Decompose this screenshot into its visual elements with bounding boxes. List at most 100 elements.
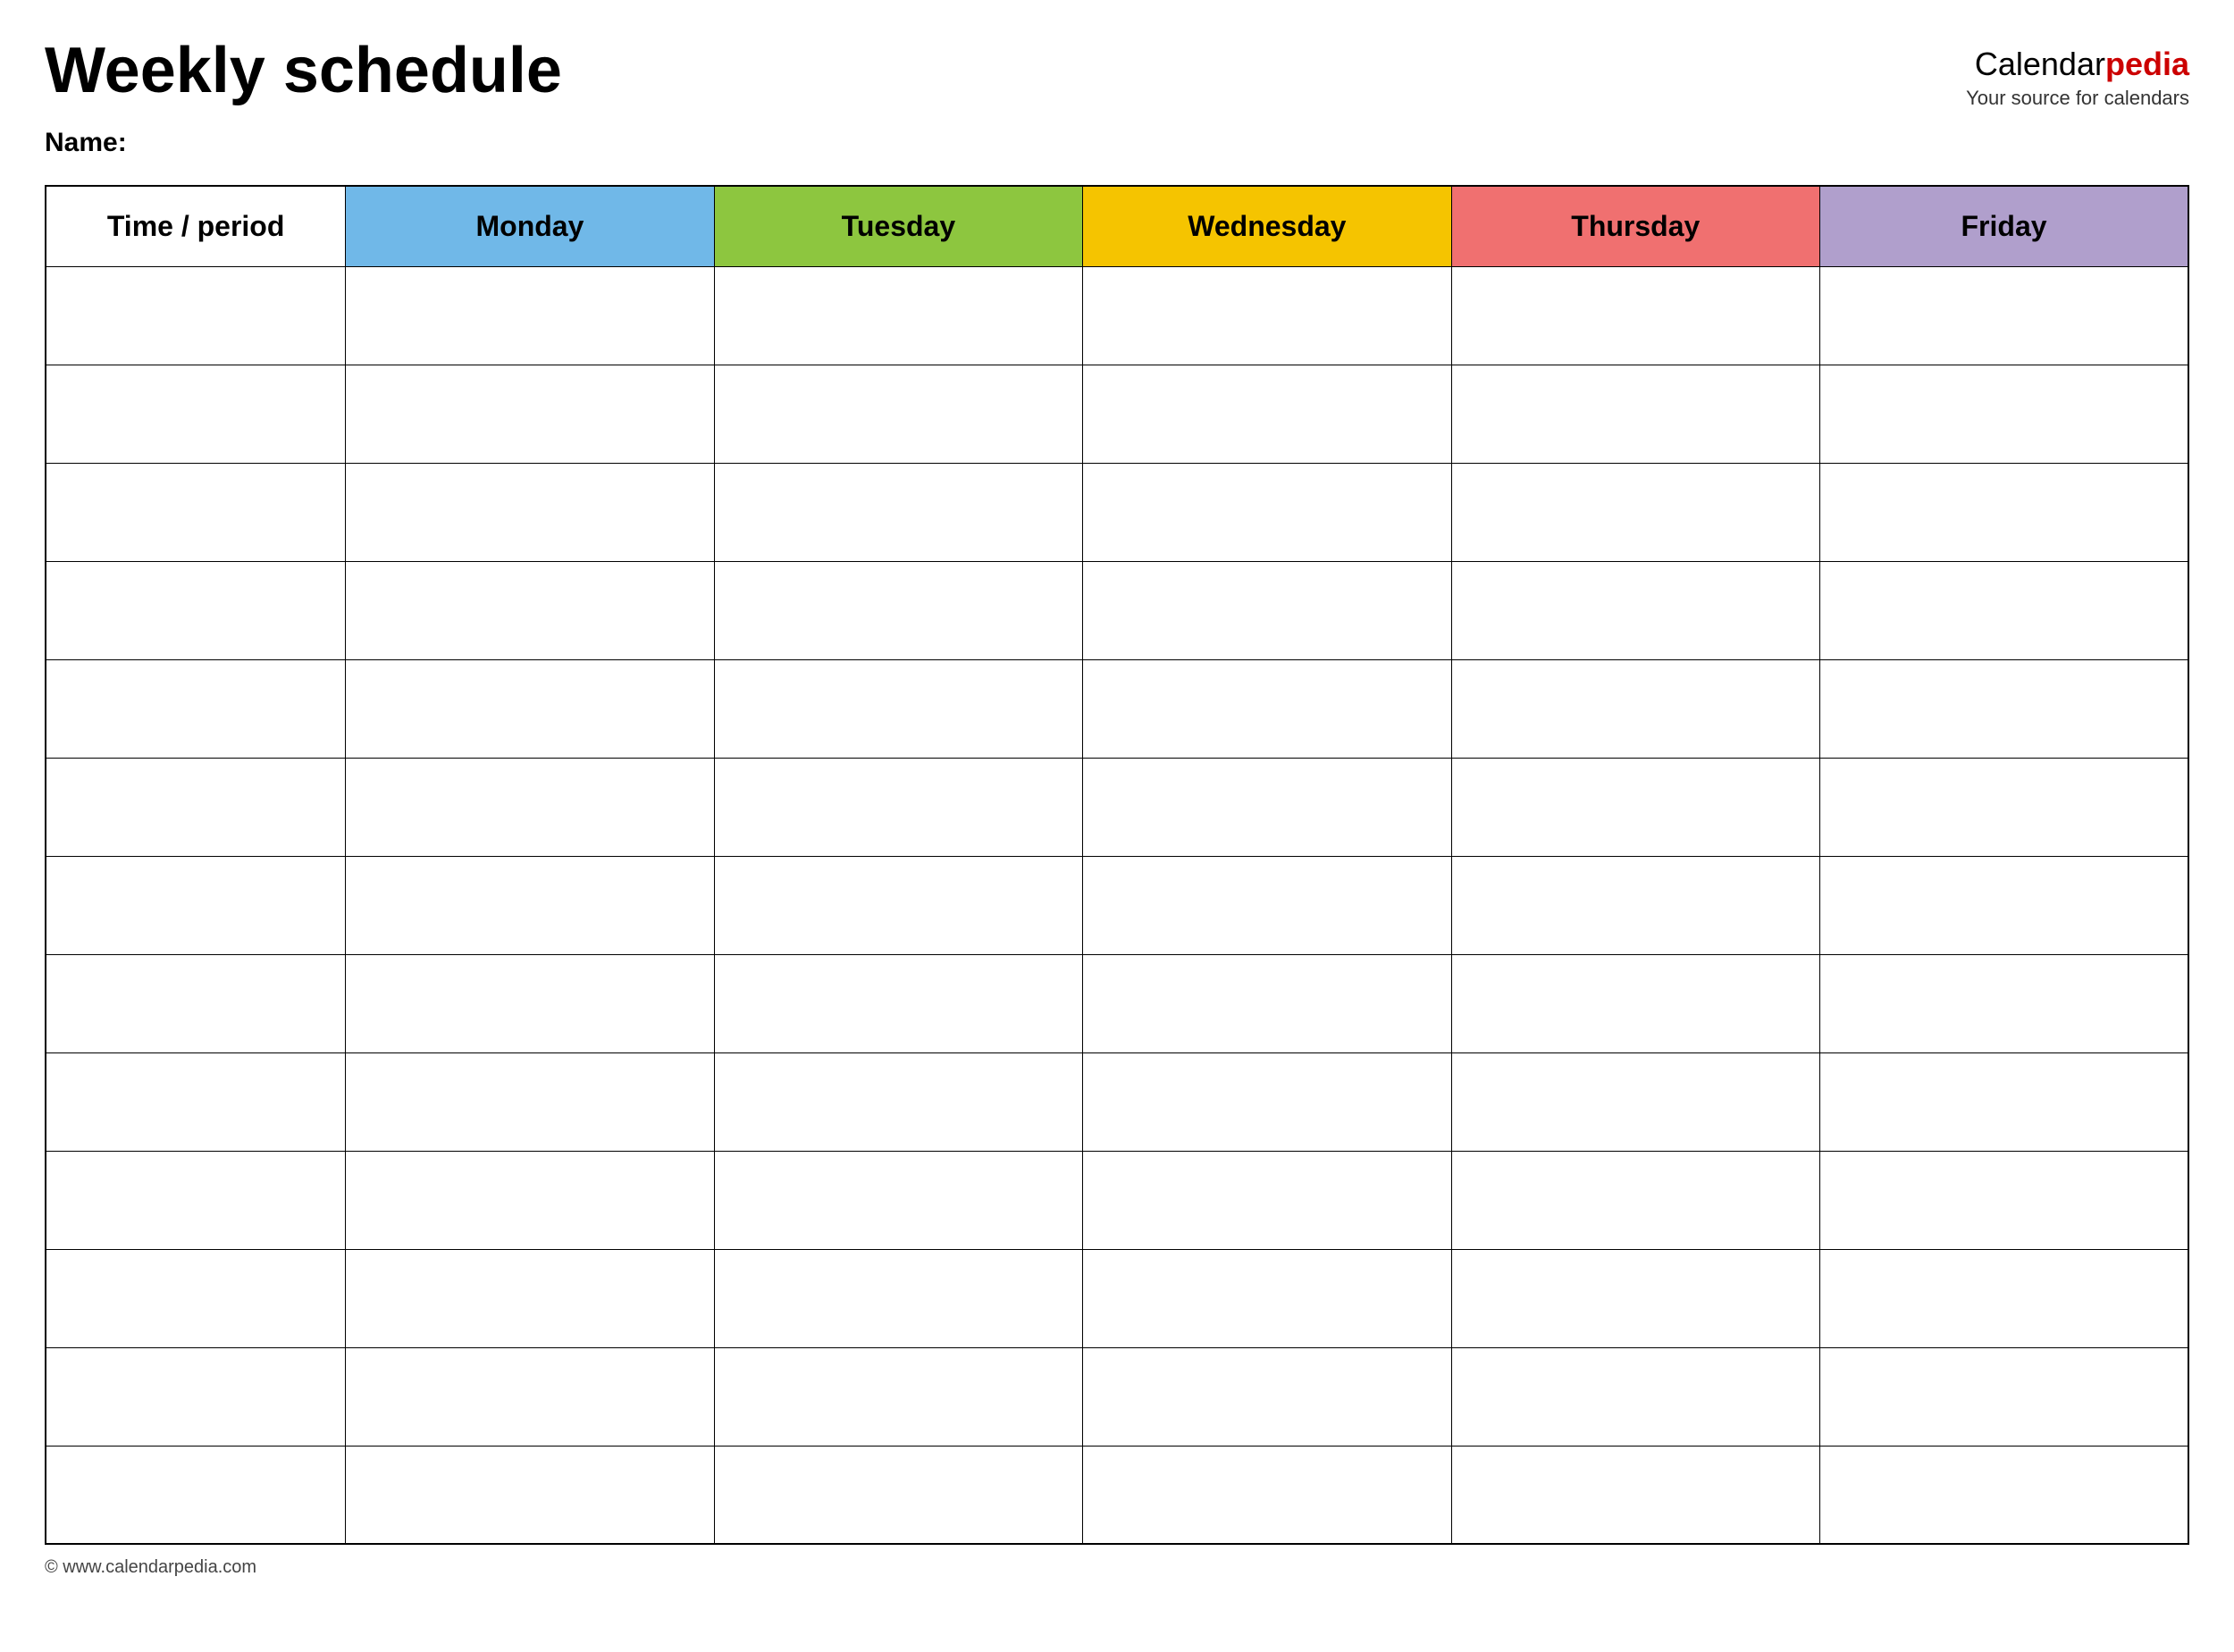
table-cell[interactable] [46, 1249, 346, 1347]
page-title: Weekly schedule [45, 36, 562, 106]
logo-text: Calendarpedia [1966, 45, 2189, 83]
table-cell[interactable] [46, 1151, 346, 1249]
table-cell[interactable] [714, 561, 1082, 659]
table-cell[interactable] [346, 365, 714, 463]
schedule-body [46, 266, 2188, 1544]
table-cell[interactable] [1820, 659, 2188, 758]
table-cell[interactable] [1083, 1347, 1451, 1446]
table-row [46, 1249, 2188, 1347]
table-cell[interactable] [346, 266, 714, 365]
table-cell[interactable] [714, 1446, 1082, 1544]
table-cell[interactable] [46, 954, 346, 1052]
table-cell[interactable] [46, 365, 346, 463]
table-cell[interactable] [46, 463, 346, 561]
table-cell[interactable] [1820, 758, 2188, 856]
table-cell[interactable] [1451, 954, 1819, 1052]
table-cell[interactable] [1083, 1249, 1451, 1347]
table-row [46, 561, 2188, 659]
table-cell[interactable] [46, 266, 346, 365]
table-cell[interactable] [1451, 1446, 1819, 1544]
logo: Calendarpedia Your source for calendars [1966, 36, 2189, 110]
table-cell[interactable] [1083, 1151, 1451, 1249]
logo-tagline: Your source for calendars [1966, 87, 2189, 110]
table-cell[interactable] [1083, 758, 1451, 856]
table-cell[interactable] [46, 758, 346, 856]
header-monday: Monday [346, 186, 714, 266]
logo-pedia-part: pedia [2105, 46, 2189, 82]
table-cell[interactable] [714, 1052, 1082, 1151]
table-cell[interactable] [46, 1347, 346, 1446]
table-cell[interactable] [1451, 659, 1819, 758]
table-cell[interactable] [1820, 561, 2188, 659]
table-cell[interactable] [346, 659, 714, 758]
table-cell[interactable] [1820, 266, 2188, 365]
table-cell[interactable] [1083, 1052, 1451, 1151]
table-cell[interactable] [1451, 365, 1819, 463]
table-cell[interactable] [346, 758, 714, 856]
table-cell[interactable] [1820, 1446, 2188, 1544]
table-row [46, 1347, 2188, 1446]
table-cell[interactable] [714, 1347, 1082, 1446]
table-cell[interactable] [1451, 758, 1819, 856]
table-cell[interactable] [714, 659, 1082, 758]
table-cell[interactable] [1820, 954, 2188, 1052]
table-cell[interactable] [1820, 856, 2188, 954]
table-cell[interactable] [1451, 561, 1819, 659]
table-cell[interactable] [346, 1249, 714, 1347]
table-cell[interactable] [46, 659, 346, 758]
table-cell[interactable] [346, 954, 714, 1052]
table-cell[interactable] [1820, 463, 2188, 561]
table-cell[interactable] [1083, 954, 1451, 1052]
table-cell[interactable] [346, 463, 714, 561]
table-cell[interactable] [46, 1446, 346, 1544]
table-cell[interactable] [714, 365, 1082, 463]
table-cell[interactable] [1820, 1052, 2188, 1151]
table-cell[interactable] [346, 1347, 714, 1446]
table-cell[interactable] [1083, 463, 1451, 561]
table-row [46, 1151, 2188, 1249]
table-cell[interactable] [46, 561, 346, 659]
table-cell[interactable] [1083, 659, 1451, 758]
table-cell[interactable] [1820, 1151, 2188, 1249]
table-cell[interactable] [1083, 561, 1451, 659]
table-row [46, 758, 2188, 856]
name-label: Name: [45, 128, 2189, 158]
table-cell[interactable] [1451, 1249, 1819, 1347]
schedule-table: Time / period Monday Tuesday Wednesday T… [45, 185, 2189, 1545]
table-cell[interactable] [1820, 1249, 2188, 1347]
table-cell[interactable] [714, 1249, 1082, 1347]
table-cell[interactable] [1083, 266, 1451, 365]
table-row [46, 1052, 2188, 1151]
table-cell[interactable] [346, 561, 714, 659]
table-cell[interactable] [1451, 856, 1819, 954]
table-cell[interactable] [714, 758, 1082, 856]
table-cell[interactable] [1451, 1347, 1819, 1446]
table-cell[interactable] [346, 1446, 714, 1544]
table-cell[interactable] [714, 1151, 1082, 1249]
table-cell[interactable] [714, 463, 1082, 561]
table-cell[interactable] [346, 856, 714, 954]
table-cell[interactable] [714, 954, 1082, 1052]
footer: © www.calendarpedia.com [45, 1557, 2189, 1578]
table-cell[interactable] [1451, 1151, 1819, 1249]
header-wednesday: Wednesday [1083, 186, 1451, 266]
table-cell[interactable] [1451, 266, 1819, 365]
table-cell[interactable] [714, 856, 1082, 954]
table-row [46, 463, 2188, 561]
table-cell[interactable] [1451, 463, 1819, 561]
table-cell[interactable] [46, 856, 346, 954]
table-row [46, 954, 2188, 1052]
table-cell[interactable] [1820, 1347, 2188, 1446]
header-friday: Friday [1820, 186, 2188, 266]
copyright: © www.calendarpedia.com [45, 1557, 256, 1577]
table-cell[interactable] [1083, 365, 1451, 463]
table-cell[interactable] [1820, 365, 2188, 463]
table-cell[interactable] [1083, 1446, 1451, 1544]
table-cell[interactable] [46, 1052, 346, 1151]
table-cell[interactable] [1451, 1052, 1819, 1151]
table-cell[interactable] [346, 1052, 714, 1151]
table-cell[interactable] [714, 266, 1082, 365]
table-cell[interactable] [346, 1151, 714, 1249]
table-cell[interactable] [1083, 856, 1451, 954]
logo-calendar-part: Calendar [1975, 46, 2105, 82]
